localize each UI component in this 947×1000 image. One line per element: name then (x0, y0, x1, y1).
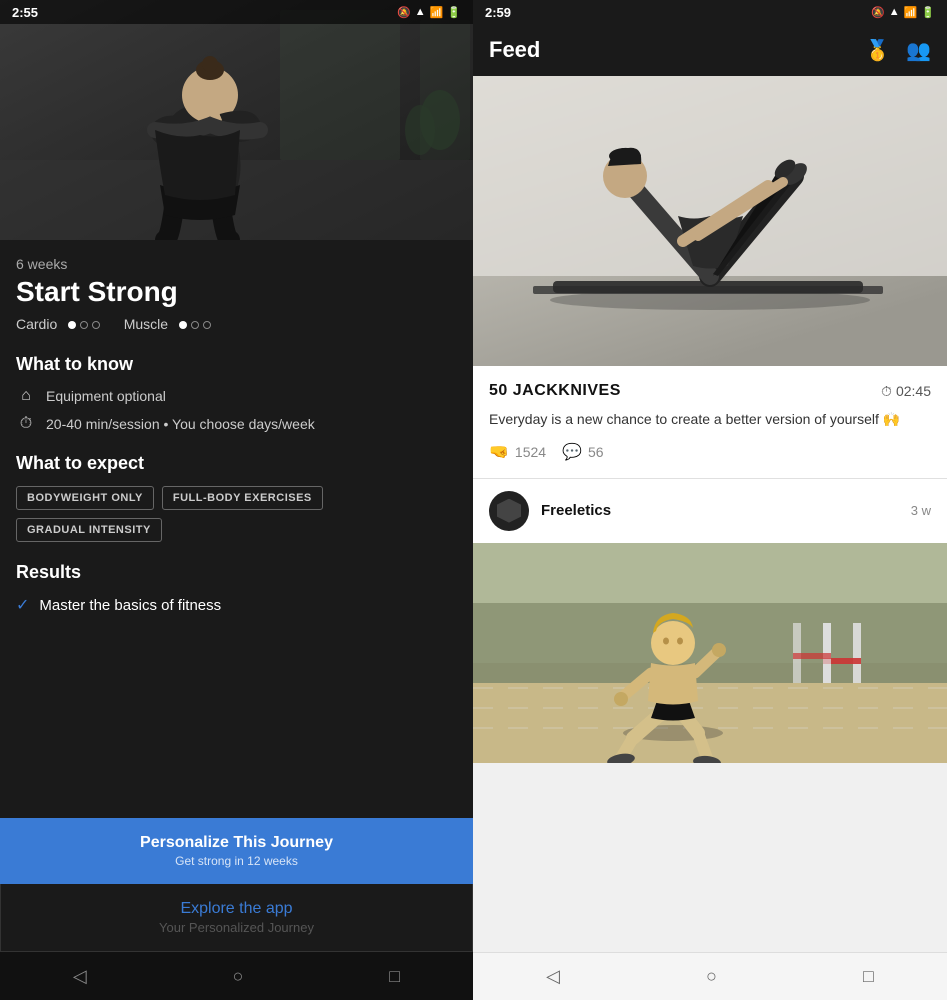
results-section: Results ✓ Master the basics of fitness (16, 562, 457, 615)
workout-quote: Everyday is a new chance to create a bet… (489, 410, 931, 430)
checkmark-icon: ✓ (16, 595, 29, 615)
hero-image-left (0, 0, 473, 240)
clock-icon: ⏱ (16, 415, 36, 433)
nav-home-icon[interactable]: ○ (233, 966, 244, 987)
results-heading: Results (16, 562, 457, 583)
comments-stat[interactable]: 💬 56 (562, 442, 604, 462)
left-panel: 2:55 🔕 ▲ 📶 🔋 (0, 0, 473, 1000)
result-text-1: Master the basics of fitness (39, 597, 221, 614)
workout-time-value: 02:45 (896, 383, 931, 399)
muscle-dot-3 (203, 321, 211, 329)
feed-hero-image (473, 76, 947, 366)
what-to-know-heading: What to know (16, 354, 457, 375)
tag-gradual: GRADUAL INTENSITY (16, 518, 162, 542)
nav-bar-left: ◁ ○ □ (0, 952, 473, 1000)
comments-count: 56 (588, 444, 604, 460)
nav-back-icon-right[interactable]: ◁ (546, 966, 560, 987)
post-avatar (489, 491, 529, 531)
cardio-label: Cardio (16, 316, 57, 332)
status-time-left: 2:55 (12, 5, 38, 20)
bottom-buttons: Personalize This Journey Get strong in 1… (0, 818, 473, 952)
muscle-label: Muscle (124, 316, 168, 332)
tag-bodyweight: BODYWEIGHT ONLY (16, 486, 154, 510)
muscle-dots (179, 321, 211, 329)
muscle-dot-2 (191, 321, 199, 329)
nav-recent-icon[interactable]: □ (389, 966, 400, 987)
what-to-expect-heading: What to expect (16, 453, 457, 474)
cardio-dot-3 (92, 321, 100, 329)
comments-icon: 💬 (562, 442, 582, 462)
runner-illustration (473, 543, 947, 763)
workout-time-container: ⏱ 02:45 (881, 383, 931, 400)
cardio-dots (68, 321, 100, 329)
explore-main-label: Explore the app (17, 900, 456, 918)
explore-button[interactable]: Explore the app Your Personalized Journe… (0, 884, 473, 952)
mute-icon-right: 🔕 (871, 6, 885, 19)
avatar-logo (497, 499, 521, 523)
trophy-icon[interactable]: 🥇 (865, 38, 890, 63)
tags-container: BODYWEIGHT ONLY FULL-BODY EXERCISES GRAD… (16, 486, 457, 542)
battery-icon-right: 🔋 (921, 6, 935, 19)
cardio-difficulty: Cardio (16, 316, 100, 334)
duration-text: 20-40 min/session • You choose days/week (46, 416, 315, 432)
people-icon[interactable]: 👥 (906, 38, 931, 63)
personalize-button[interactable]: Personalize This Journey Get strong in 1… (0, 818, 473, 884)
nav-home-icon-right[interactable]: ○ (706, 966, 717, 987)
status-bar-right: 2:59 🔕 ▲ 📶 🔋 (473, 0, 947, 24)
likes-stat[interactable]: 🤜 1524 (489, 442, 546, 462)
likes-icon: 🤜 (489, 442, 509, 462)
result-item-1: ✓ Master the basics of fitness (16, 595, 457, 615)
workout-stats: 🤜 1524 💬 56 (489, 442, 931, 462)
status-time-right: 2:59 (485, 5, 511, 20)
nav-back-icon[interactable]: ◁ (73, 966, 87, 987)
signal-icon: 📶 (430, 6, 444, 19)
mute-icon: 🔕 (397, 6, 411, 19)
status-bar-left: 2:55 🔕 ▲ 📶 🔋 (0, 0, 473, 24)
nav-recent-icon-right[interactable]: □ (863, 966, 874, 987)
personalize-sub-label: Get strong in 12 weeks (175, 854, 298, 868)
signal-icon-right: 📶 (904, 6, 918, 19)
workout-name: 50 JACKKNIVES (489, 382, 621, 400)
duration-row: ⏱ 20-40 min/session • You choose days/we… (16, 415, 457, 433)
athlete-illustration-left (0, 0, 473, 240)
program-title: Start Strong (16, 276, 457, 308)
equipment-row: ⌂ Equipment optional (16, 387, 457, 405)
post-username[interactable]: Freeletics (541, 502, 911, 519)
workout-card-header: 50 JACKKNIVES ⏱ 02:45 (489, 382, 931, 400)
timer-icon: ⏱ (881, 383, 892, 400)
workout-card: 50 JACKKNIVES ⏱ 02:45 Everyday is a new … (473, 366, 947, 478)
wifi-icon: ▲ (415, 6, 426, 18)
post-time: 3 w (911, 503, 931, 518)
jackknife-illustration (473, 76, 947, 366)
weeks-label: 6 weeks (16, 256, 457, 272)
likes-count: 1524 (515, 444, 546, 460)
status-icons-right: 🔕 ▲ 📶 🔋 (871, 6, 935, 19)
right-panel: 2:59 🔕 ▲ 📶 🔋 Feed 🥇 👥 (473, 0, 947, 1000)
home-icon: ⌂ (16, 387, 36, 405)
app-header: Feed 🥇 👥 (473, 24, 947, 76)
tag-fullbody: FULL-BODY EXERCISES (162, 486, 323, 510)
post-header: Freeletics 3 w (473, 479, 947, 543)
muscle-dot-1 (179, 321, 187, 329)
muscle-difficulty: Muscle (124, 316, 211, 334)
feed-title: Feed (489, 37, 865, 63)
personalize-main-label: Personalize This Journey (140, 834, 333, 852)
cardio-dot-2 (80, 321, 88, 329)
explore-sub-label: Your Personalized Journey (17, 920, 456, 935)
header-icons: 🥇 👥 (865, 38, 931, 63)
post-image (473, 543, 947, 763)
status-icons-left: 🔕 ▲ 📶 🔋 (397, 6, 461, 19)
difficulty-row: Cardio Muscle (16, 316, 457, 334)
cardio-dot-1 (68, 321, 76, 329)
wifi-icon-right: ▲ (889, 6, 900, 18)
nav-bar-right: ◁ ○ □ (473, 952, 947, 1000)
equipment-text: Equipment optional (46, 388, 166, 404)
battery-icon: 🔋 (447, 6, 461, 19)
